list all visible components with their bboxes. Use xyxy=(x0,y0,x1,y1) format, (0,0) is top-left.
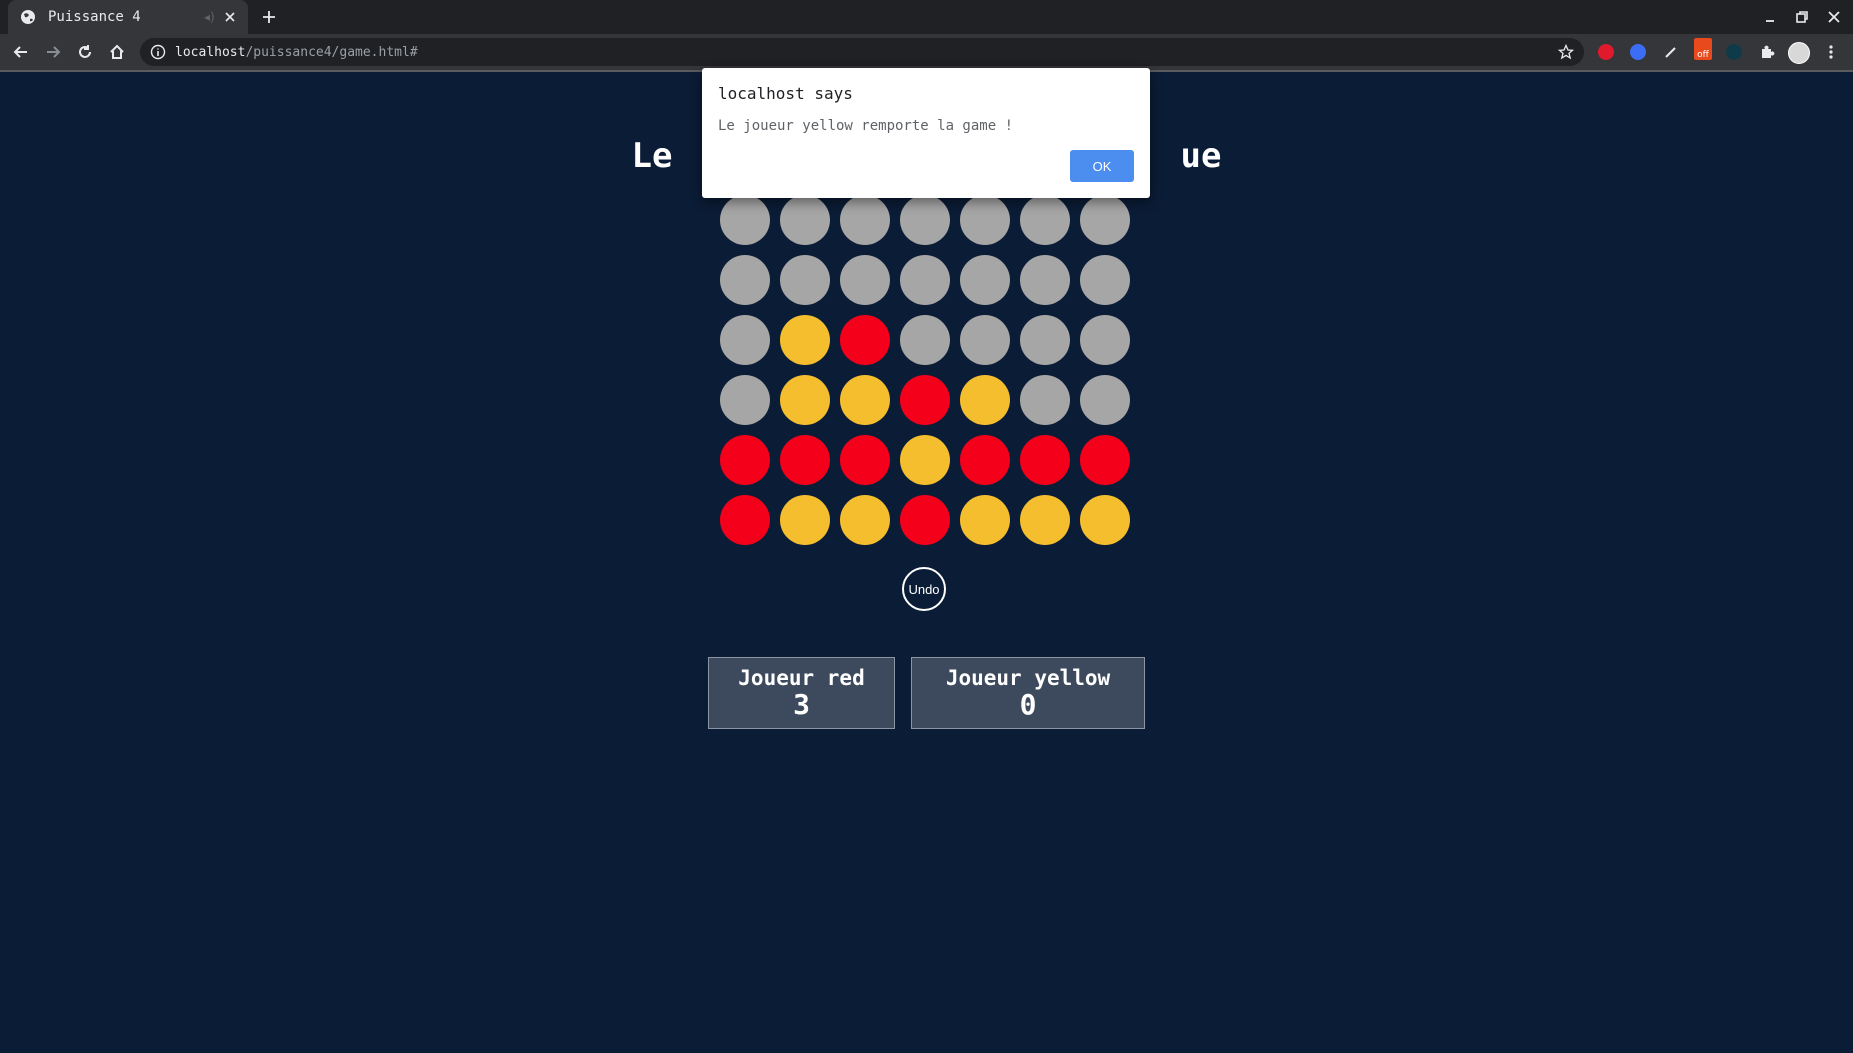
board-cell-empty[interactable] xyxy=(900,195,950,245)
board-cell-yellow[interactable] xyxy=(1080,495,1130,545)
score-player-name: Joueur yellow xyxy=(945,666,1111,690)
page-heading-left: Le xyxy=(631,136,673,176)
board-cell-yellow[interactable] xyxy=(900,435,950,485)
extension-dark-icon[interactable] xyxy=(1726,44,1742,60)
board-cell-yellow[interactable] xyxy=(840,375,890,425)
info-icon[interactable] xyxy=(150,44,166,60)
board-cell-empty[interactable] xyxy=(1080,195,1130,245)
board-cell-empty[interactable] xyxy=(720,255,770,305)
board-cell-red[interactable] xyxy=(900,375,950,425)
tab-audio-icon[interactable]: ◂) xyxy=(204,10,215,24)
puzzle-icon[interactable] xyxy=(1758,43,1776,61)
forward-icon[interactable] xyxy=(44,43,62,61)
tab-title: Puissance 4 xyxy=(48,9,141,25)
board-cell-red[interactable] xyxy=(720,495,770,545)
board-cell-red[interactable] xyxy=(1020,435,1070,485)
url-path: /puissance4/game.html# xyxy=(245,44,418,60)
board-cell-empty[interactable] xyxy=(720,375,770,425)
board-cell-empty[interactable] xyxy=(900,255,950,305)
browser-titlebar: Puissance 4 ◂) xyxy=(0,0,1853,34)
board-cell-empty[interactable] xyxy=(1020,255,1070,305)
back-icon[interactable] xyxy=(12,43,30,61)
board-cell-empty[interactable] xyxy=(840,195,890,245)
score-value: 0 xyxy=(1019,688,1037,721)
browser-toolbar: localhost/puissance4/game.html# off xyxy=(0,34,1853,70)
dialog-message: Le joueur yellow remporte la game ! xyxy=(718,118,1014,134)
board-cell-red[interactable] xyxy=(1080,435,1130,485)
board-cell-yellow[interactable] xyxy=(960,375,1010,425)
reload-icon[interactable] xyxy=(76,43,94,61)
url-host: localhost xyxy=(175,44,246,60)
address-bar[interactable]: localhost/puissance4/game.html# xyxy=(140,38,1584,66)
board-cell-empty[interactable] xyxy=(1080,375,1130,425)
board-cell-empty[interactable] xyxy=(1080,315,1130,365)
board-cell-yellow[interactable] xyxy=(780,495,830,545)
pen-extension-icon[interactable] xyxy=(1662,43,1680,61)
board-cell-red[interactable] xyxy=(960,435,1010,485)
browser-tab[interactable]: Puissance 4 ◂) xyxy=(8,0,248,34)
menu-icon[interactable] xyxy=(1822,43,1840,61)
board-cell-yellow[interactable] xyxy=(840,495,890,545)
extension-red-icon[interactable] xyxy=(1598,44,1614,60)
score-player-name: Joueur red xyxy=(738,666,865,690)
board-cell-empty[interactable] xyxy=(1020,315,1070,365)
board-cell-red[interactable] xyxy=(900,495,950,545)
board-cell-empty[interactable] xyxy=(780,195,830,245)
board-cell-empty[interactable] xyxy=(1080,255,1130,305)
game-board xyxy=(720,195,1130,545)
home-icon[interactable] xyxy=(108,43,126,61)
board-cell-empty[interactable] xyxy=(1020,375,1070,425)
score-card-yellow: Joueur yellow 0 xyxy=(911,657,1145,729)
dialog-title: localhost says xyxy=(718,84,853,103)
restore-icon[interactable] xyxy=(1793,8,1811,26)
board-cell-empty[interactable] xyxy=(1020,195,1070,245)
board-cell-yellow[interactable] xyxy=(1020,495,1070,545)
board-cell-empty[interactable] xyxy=(960,195,1010,245)
minimize-icon[interactable] xyxy=(1761,8,1779,26)
bookmark-star-icon[interactable] xyxy=(1558,44,1574,60)
ok-button[interactable]: OK xyxy=(1070,150,1134,182)
board-cell-red[interactable] xyxy=(720,435,770,485)
board-cell-empty[interactable] xyxy=(780,255,830,305)
globe-icon xyxy=(21,10,35,24)
board-cell-yellow[interactable] xyxy=(780,375,830,425)
score-value: 3 xyxy=(793,688,810,721)
board-cell-empty[interactable] xyxy=(840,255,890,305)
extension-blue-icon[interactable] xyxy=(1630,44,1646,60)
extension-off-badge[interactable]: off xyxy=(1694,38,1712,60)
board-cell-empty[interactable] xyxy=(960,255,1010,305)
board-cell-empty[interactable] xyxy=(900,315,950,365)
board-cell-yellow[interactable] xyxy=(780,315,830,365)
board-cell-yellow[interactable] xyxy=(960,495,1010,545)
board-cell-red[interactable] xyxy=(840,315,890,365)
board-cell-empty[interactable] xyxy=(720,195,770,245)
score-card-red: Joueur red 3 xyxy=(708,657,895,729)
alert-dialog: localhost says Le joueur yellow remporte… xyxy=(702,68,1150,198)
new-tab-icon[interactable] xyxy=(260,8,278,26)
avatar[interactable] xyxy=(1788,42,1810,64)
board-cell-red[interactable] xyxy=(780,435,830,485)
board-cell-empty[interactable] xyxy=(960,315,1010,365)
page-heading-right: ue xyxy=(1180,136,1222,176)
close-window-icon[interactable] xyxy=(1825,8,1843,26)
board-cell-red[interactable] xyxy=(840,435,890,485)
undo-button[interactable]: Undo xyxy=(902,567,946,611)
board-cell-empty[interactable] xyxy=(720,315,770,365)
close-tab-icon[interactable] xyxy=(222,9,238,25)
url-text: localhost/puissance4/game.html# xyxy=(175,45,418,60)
